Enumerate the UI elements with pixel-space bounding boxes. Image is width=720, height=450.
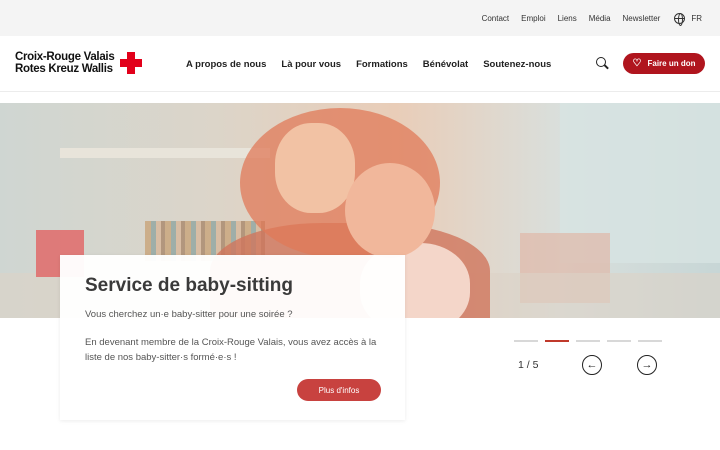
slider-dot[interactable] [576, 340, 600, 342]
slide-title: Service de baby-sitting [85, 275, 294, 296]
nav-item-soutenez-nous[interactable]: Soutenez-nous [483, 59, 551, 70]
slide-counter: 1 / 5 [518, 359, 539, 371]
logo[interactable]: Croix-Rouge Valais Rotes Kreuz Wallis [15, 51, 143, 75]
slide-card: Service de baby-sitting Vous cherchez un… [60, 255, 405, 420]
donate-label: Faire un don [647, 59, 696, 68]
nav-item-a-propos[interactable]: A propos de nous [186, 59, 266, 70]
globe-icon [674, 12, 686, 26]
main-nav: A propos de nous Là pour vous Formations… [186, 36, 551, 92]
nav-item-benevolat[interactable]: Bénévolat [423, 59, 468, 70]
language-label: FR [691, 13, 702, 23]
nav-item-formations[interactable]: Formations [356, 59, 408, 70]
utility-links: Contact Emploi Liens Média Newsletter FR [482, 0, 702, 36]
link-liens[interactable]: Liens [558, 14, 577, 23]
slide-description: En devenant membre de la Croix-Rouge Val… [85, 337, 377, 363]
slider-dot[interactable] [514, 340, 538, 342]
language-switcher[interactable]: FR [674, 12, 702, 26]
slider-dot[interactable] [607, 340, 631, 342]
heart-icon: ♡ [632, 57, 642, 69]
slide-intro: Vous cherchez un·e baby-sitter pour une … [85, 309, 293, 320]
red-cross-icon [120, 52, 143, 74]
main-header: Croix-Rouge Valais Rotes Kreuz Wallis A … [0, 36, 720, 92]
arrow-left-icon: ← [586, 359, 598, 371]
link-contact[interactable]: Contact [482, 14, 510, 23]
link-newsletter[interactable]: Newsletter [623, 14, 661, 23]
utility-bar: Contact Emploi Liens Média Newsletter FR [0, 0, 720, 36]
logo-line-1: Croix-Rouge Valais [15, 51, 115, 63]
logo-line-2: Rotes Kreuz Wallis [15, 63, 113, 75]
donate-button[interactable]: ♡ Faire un don [623, 53, 705, 74]
arrow-right-icon: → [641, 359, 653, 371]
logo-text: Croix-Rouge Valais Rotes Kreuz Wallis [15, 51, 115, 75]
link-media[interactable]: Média [589, 14, 611, 23]
nav-item-la-pour-vous[interactable]: Là pour vous [281, 59, 341, 70]
slider-dot[interactable] [638, 340, 662, 342]
slider-dots [514, 340, 662, 342]
link-emploi[interactable]: Emploi [521, 14, 545, 23]
search-icon[interactable] [596, 57, 609, 70]
next-slide-button[interactable]: → [637, 355, 657, 375]
more-info-button[interactable]: Plus d'infos [297, 379, 381, 401]
slider-dot-active[interactable] [545, 340, 569, 342]
prev-slide-button[interactable]: ← [582, 355, 602, 375]
